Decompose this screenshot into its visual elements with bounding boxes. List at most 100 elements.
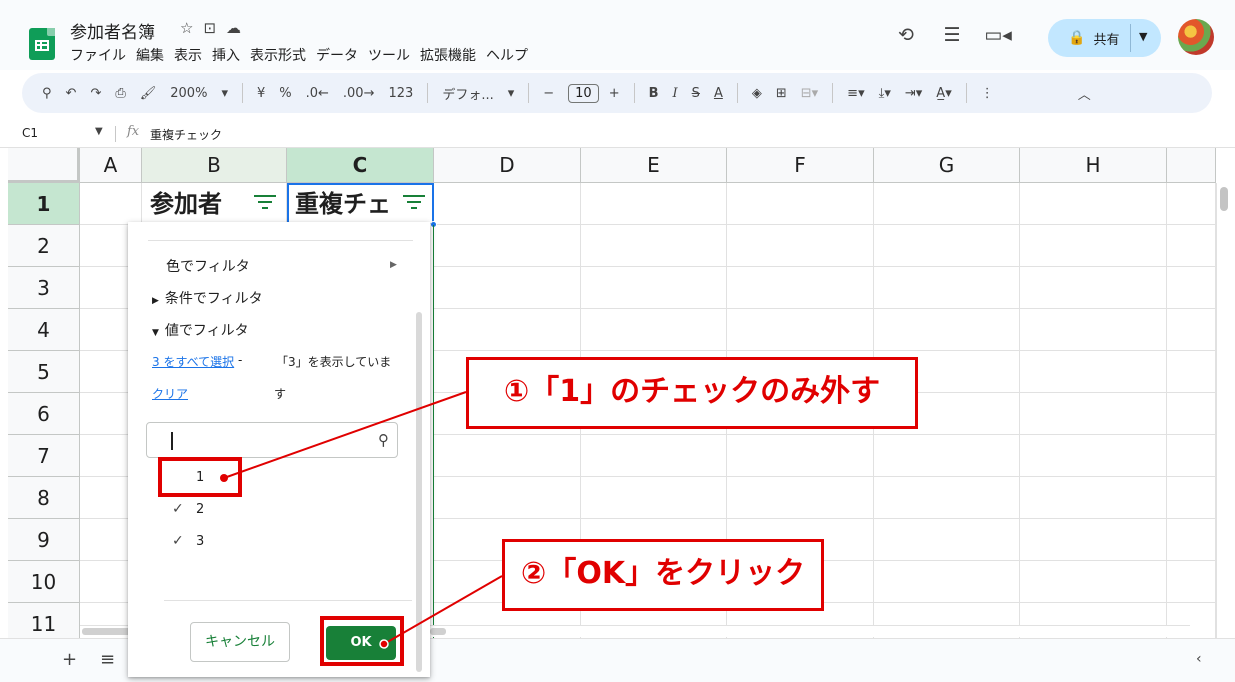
filter-value-3[interactable]: 3 [196, 534, 204, 549]
all-sheets-icon[interactable]: ≡ [100, 649, 115, 670]
menu-data[interactable]: データ [316, 45, 358, 65]
grid-cell[interactable] [434, 225, 581, 267]
decrease-decimal-button[interactable]: .0← [306, 86, 329, 101]
chevron-down-icon[interactable]: ▾ [508, 86, 515, 101]
row-header[interactable]: 3 [8, 267, 80, 309]
move-folder-icon[interactable]: ⊡ [203, 19, 216, 37]
grid-cell[interactable] [874, 561, 1020, 603]
select-all-link[interactable]: 3 をすべて選択 [152, 353, 234, 370]
cell-a1[interactable] [80, 183, 142, 225]
cancel-button[interactable]: キャンセル [190, 622, 290, 662]
grid-cell[interactable] [727, 225, 874, 267]
menu-insert[interactable]: 挿入 [212, 45, 240, 65]
filter-by-condition-toggle[interactable]: ▶ 条件でフィルタ [152, 288, 263, 308]
row-header[interactable]: 10 [8, 561, 80, 603]
vertical-scroll-thumb[interactable] [1220, 187, 1228, 211]
column-header-next[interactable] [1167, 148, 1216, 183]
filter-by-color[interactable]: 色でフィルタ [166, 256, 250, 276]
document-title[interactable]: 参加者名簿 [70, 18, 155, 43]
grid-cell[interactable] [874, 267, 1020, 309]
filter-menu-scrollbar[interactable] [416, 312, 422, 672]
grid-cell[interactable] [1167, 393, 1216, 435]
menu-file[interactable]: ファイル [70, 45, 126, 65]
sheets-logo-icon[interactable] [29, 28, 55, 60]
grid-cell[interactable] [1167, 435, 1216, 477]
grid-cell[interactable] [1167, 351, 1216, 393]
grid-cell[interactable] [727, 435, 874, 477]
add-sheet-icon[interactable]: + [62, 649, 77, 670]
menu-tools[interactable]: ツール [368, 45, 410, 65]
grid-cell[interactable] [874, 477, 1020, 519]
zoom-select[interactable]: 200% [170, 86, 207, 101]
row-header[interactable]: 7 [8, 435, 80, 477]
strikethrough-button[interactable]: S [692, 86, 700, 101]
version-history-icon[interactable]: ⟲ [883, 24, 929, 46]
cell-g1[interactable] [874, 183, 1020, 225]
grid-cell[interactable] [1020, 477, 1167, 519]
clear-link[interactable]: クリア [152, 385, 188, 402]
font-size-input[interactable]: 10 [568, 83, 599, 103]
grid-cell[interactable] [1167, 561, 1216, 603]
name-box[interactable]: C1 [22, 126, 38, 140]
column-header-e[interactable]: E [581, 148, 727, 183]
chevron-down-icon[interactable]: ▾ [221, 86, 228, 101]
column-header-c[interactable]: C [287, 148, 434, 183]
cell-h1[interactable] [1020, 183, 1167, 225]
grid-cell[interactable] [1020, 561, 1167, 603]
star-icon[interactable]: ☆ [180, 19, 193, 37]
grid-cell[interactable] [1167, 225, 1216, 267]
cell-f1[interactable] [727, 183, 874, 225]
grid-cell[interactable] [1167, 519, 1216, 561]
increase-decimal-button[interactable]: .00→ [343, 86, 375, 101]
grid-cell[interactable] [874, 225, 1020, 267]
meet-video-icon[interactable]: ▭◂ [975, 24, 1021, 46]
grid-cell[interactable] [434, 309, 581, 351]
paint-format-icon[interactable]: 🖌 [140, 86, 157, 101]
cloud-status-icon[interactable]: ☁ [226, 19, 241, 37]
menu-help[interactable]: ヘルプ [486, 45, 528, 65]
column-header-h[interactable]: H [1020, 148, 1167, 183]
column-header-d[interactable]: D [434, 148, 581, 183]
percent-format-button[interactable]: % [279, 86, 291, 101]
chevron-left-icon[interactable]: ‹ [1196, 651, 1202, 667]
grid-cell[interactable] [1167, 309, 1216, 351]
formula-input[interactable]: 重複チェック [150, 126, 222, 143]
font-size-decrease-button[interactable]: − [543, 86, 554, 101]
font-select[interactable]: デフォ... [442, 84, 493, 103]
row-header[interactable]: 1 [8, 183, 80, 225]
filter-icon[interactable] [403, 195, 425, 211]
grid-cell[interactable] [1020, 393, 1167, 435]
search-menus-icon[interactable]: ⚲ [42, 86, 52, 101]
fill-color-icon[interactable]: ◈ [752, 86, 762, 101]
text-color-button[interactable]: A [714, 86, 723, 101]
cell-c1[interactable]: 重複チェ [287, 183, 434, 225]
column-header-b[interactable]: B [142, 148, 287, 183]
avatar[interactable] [1178, 19, 1214, 55]
search-icon[interactable]: ⚲ [378, 431, 389, 449]
column-header-a[interactable]: A [80, 148, 142, 183]
select-all-corner[interactable] [8, 148, 80, 183]
horizontal-align-icon[interactable]: ≡▾ [847, 86, 864, 101]
menu-edit[interactable]: 編集 [136, 45, 164, 65]
grid-cell[interactable] [727, 267, 874, 309]
menu-extensions[interactable]: 拡張機能 [420, 45, 476, 65]
column-header-g[interactable]: G [874, 148, 1020, 183]
grid-cell[interactable] [874, 519, 1020, 561]
redo-icon[interactable]: ↷ [90, 86, 101, 101]
chevron-down-icon[interactable]: ▼ [1139, 30, 1147, 43]
grid-cell[interactable] [1020, 351, 1167, 393]
column-header-f[interactable]: F [727, 148, 874, 183]
share-button[interactable]: 🔒 共有 ▼ [1048, 19, 1161, 57]
horizontal-scroll-thumb[interactable] [430, 628, 446, 635]
menu-format[interactable]: 表示形式 [250, 45, 306, 65]
grid-cell[interactable] [581, 267, 727, 309]
grid-cell[interactable] [434, 267, 581, 309]
currency-format-button[interactable]: ¥ [257, 86, 265, 101]
bold-button[interactable]: B [649, 86, 659, 101]
more-options-icon[interactable]: ⋮ [981, 86, 994, 101]
comments-icon[interactable]: ☰ [929, 24, 975, 46]
italic-button[interactable]: I [673, 86, 678, 101]
row-header[interactable]: 2 [8, 225, 80, 267]
filter-by-values-toggle[interactable]: ▼ 値でフィルタ [152, 320, 249, 340]
text-wrapping-icon[interactable]: ⇥▾ [905, 86, 922, 101]
